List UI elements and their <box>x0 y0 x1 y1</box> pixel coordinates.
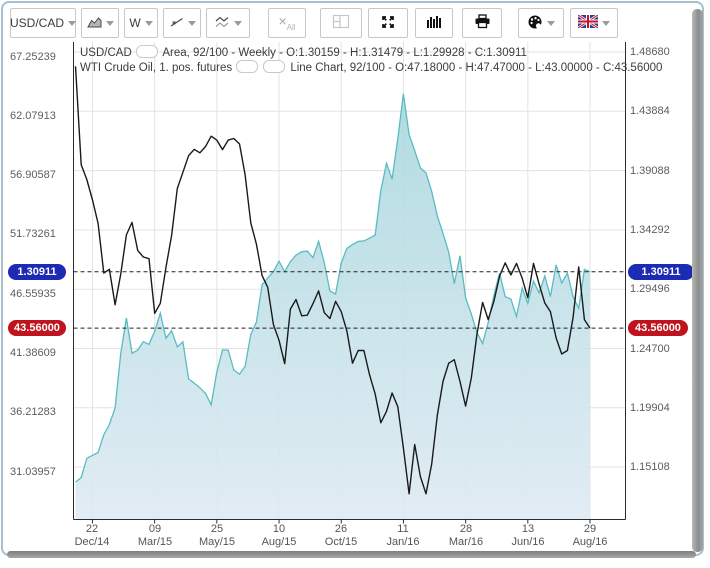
compare-button[interactable] <box>206 8 250 38</box>
legend-series-desc: Area, 92/100 - Weekly - O:1.30159 - H:1.… <box>162 47 527 59</box>
vertical-scrollbar[interactable] <box>692 9 703 552</box>
widget-frame <box>1 1 704 556</box>
symbol-select-label: USD/CAD <box>10 16 64 30</box>
language-button[interactable] <box>570 8 618 38</box>
remove-all-icon: ×All <box>278 14 295 32</box>
chevron-down-icon <box>234 21 242 26</box>
chart-legend: USD/CAD Area, 92/100 - Weekly - O:1.3015… <box>80 45 662 75</box>
legend-toggle-pill[interactable] <box>263 60 285 73</box>
layout-grid-button[interactable] <box>320 8 362 38</box>
legend-toggle-pill[interactable] <box>236 60 258 73</box>
fullscreen-expand-icon <box>380 14 396 33</box>
chevron-down-icon <box>188 21 196 26</box>
chevron-down-icon <box>145 21 153 26</box>
chart-type-button[interactable] <box>81 8 119 38</box>
area-chart-icon <box>87 15 102 32</box>
chart-widget-window: USD/CAD W ×All <box>0 0 710 568</box>
print-button[interactable] <box>462 8 502 38</box>
chevron-down-icon <box>106 21 114 26</box>
window-bottom-shadow <box>7 551 696 558</box>
legend-series-name: WTI Crude Oil, 1. pos. futures <box>80 62 232 74</box>
fullscreen-button[interactable] <box>368 8 408 38</box>
legend-toggle-pill[interactable] <box>136 45 158 58</box>
chevron-down-icon <box>602 21 610 26</box>
volume-button[interactable] <box>415 8 453 38</box>
legend-row-usdcad: USD/CAD Area, 92/100 - Weekly - O:1.3015… <box>80 45 662 60</box>
layout-grid-icon <box>332 14 350 32</box>
chevron-down-icon <box>68 21 76 26</box>
trendline-icon <box>169 15 184 32</box>
legend-series-desc: Line Chart, 92/100 - O:47.18000 - H:47.4… <box>290 62 662 74</box>
compare-series-icon <box>214 15 230 32</box>
legend-row-wti: WTI Crude Oil, 1. pos. futures Line Char… <box>80 60 662 75</box>
volume-bars-icon <box>426 14 442 32</box>
draw-tools-button[interactable] <box>163 8 201 38</box>
legend-series-name: USD/CAD <box>80 47 132 59</box>
uk-flag-icon <box>578 15 598 31</box>
chevron-down-icon <box>547 21 555 26</box>
period-select-button[interactable]: W <box>124 8 158 38</box>
printer-icon <box>474 14 491 32</box>
theme-button[interactable] <box>518 8 564 38</box>
palette-icon <box>527 14 543 33</box>
period-select-label: W <box>129 16 140 30</box>
remove-all-button[interactable]: ×All <box>268 8 306 38</box>
symbol-select-button[interactable]: USD/CAD <box>10 8 76 38</box>
